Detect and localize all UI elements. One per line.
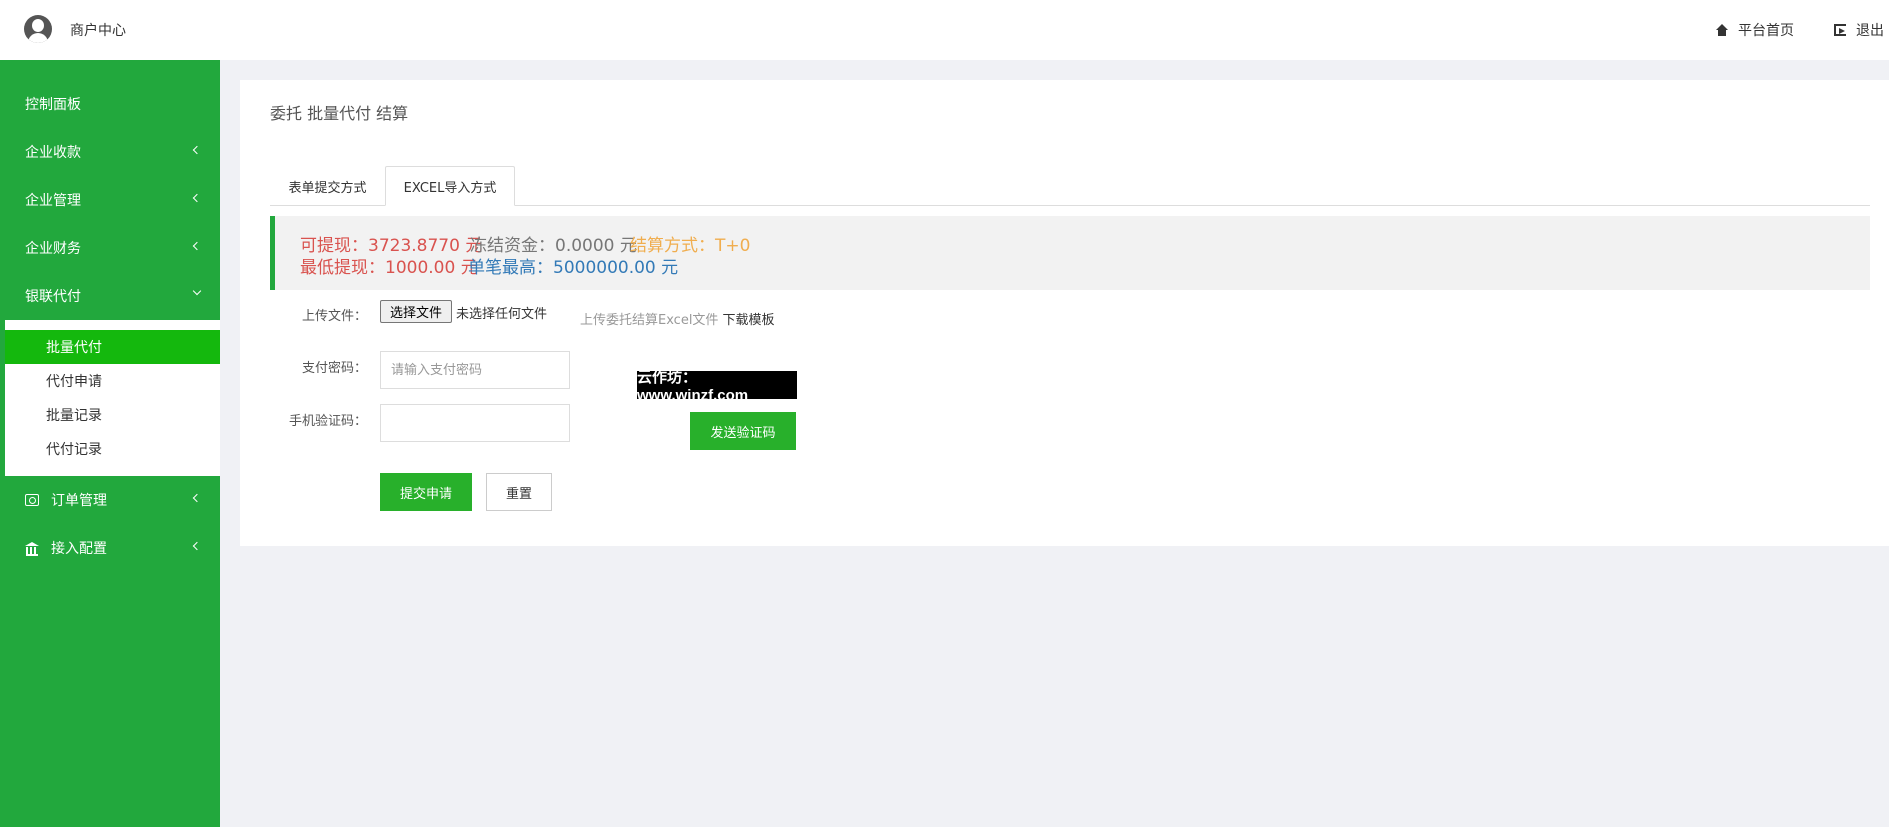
money-icon	[25, 494, 39, 506]
sidebar-item-label: 企业收款	[25, 145, 81, 161]
submenu-unionpay-payout: 批量代付 代付申请 批量记录 代付记录	[5, 320, 220, 476]
brand-title: 商户中心	[70, 23, 126, 39]
submenu-item-batch-payout[interactable]: 批量代付	[5, 330, 220, 364]
main-panel: 委托 批量代付 结算 表单提交方式 EXCEL导入方式 可提现：3723.877…	[240, 80, 1889, 546]
chevron-down-icon	[192, 286, 202, 296]
sidebar-item-label: 银联代付	[25, 289, 81, 305]
payment-password-input[interactable]	[380, 351, 570, 389]
chevron-left-icon	[192, 241, 202, 251]
tab-form-submit[interactable]: 表单提交方式	[270, 166, 385, 206]
submenu-item-payout-records[interactable]: 代付记录	[5, 432, 220, 466]
sms-code-input[interactable]	[380, 404, 570, 442]
settlement-value: T+0	[715, 236, 751, 256]
home-icon	[1716, 24, 1728, 36]
min-withdraw-value: 1000.00 元	[385, 258, 478, 278]
top-bar: 商户中心 平台首页 退出	[0, 0, 1889, 60]
sms-code-label: 手机验证码：	[288, 414, 367, 429]
choose-file-button[interactable]: 选择文件	[380, 300, 452, 323]
home-link[interactable]: 平台首页	[1716, 20, 1794, 40]
logout-link[interactable]: 退出	[1834, 20, 1884, 40]
chevron-left-icon	[192, 193, 202, 203]
sidebar-item-finance[interactable]: 企业财务	[0, 224, 220, 272]
bank-icon	[25, 542, 39, 556]
page-title: 委托 批量代付 结算	[270, 104, 409, 123]
chevron-left-icon	[192, 541, 202, 551]
sidebar-item-label: 控制面板	[25, 97, 81, 113]
sidebar-item-label: 企业管理	[25, 193, 81, 209]
send-code-button[interactable]: 发送验证码	[690, 412, 796, 450]
sidebar-item-orders[interactable]: 订单管理	[0, 476, 220, 524]
avatar-icon[interactable]	[24, 15, 52, 43]
download-template-link[interactable]: 下载模板	[722, 313, 774, 328]
submenu-item-label: 代付记录	[46, 442, 102, 458]
password-label: 支付密码：	[301, 361, 367, 376]
sidebar-item-management[interactable]: 企业管理	[0, 176, 220, 224]
submenu-item-label: 批量记录	[46, 408, 102, 424]
tab-excel-import[interactable]: EXCEL导入方式	[385, 166, 515, 206]
sidebar-item-integration[interactable]: 接入配置	[0, 524, 220, 572]
sidebar-item-unionpay-payout[interactable]: 银联代付	[0, 272, 220, 320]
balance-info-box: 可提现：3723.8770 元 冻结资金：0.0000 元 结算方式：T+0 最…	[270, 216, 1870, 290]
upload-label: 上传文件：	[301, 309, 367, 324]
submenu-item-label: 代付申请	[46, 374, 102, 390]
sidebar-item-label: 企业财务	[25, 241, 81, 257]
sidebar-item-label: 订单管理	[51, 493, 107, 509]
tab-bar: 表单提交方式 EXCEL导入方式	[270, 166, 1870, 206]
min-withdraw-label: 最低提现：	[300, 258, 385, 278]
max-single-label: 单笔最高：	[468, 258, 553, 278]
submenu-item-label: 批量代付	[46, 340, 102, 356]
home-link-label: 平台首页	[1738, 23, 1794, 39]
chevron-left-icon	[192, 145, 202, 155]
max-single-info: 单笔最高：5000000.00 元	[468, 253, 678, 278]
upload-help: 上传委托结算Excel文件 下载模板	[580, 309, 774, 328]
submenu-item-batch-records[interactable]: 批量记录	[5, 398, 220, 432]
upload-help-text: 上传委托结算Excel文件	[580, 313, 719, 328]
sidebar-item-collection[interactable]: 企业收款	[0, 128, 220, 176]
logout-link-label: 退出	[1856, 23, 1884, 39]
sidebar-item-label: 接入配置	[51, 541, 107, 557]
sign-out-icon	[1834, 24, 1846, 36]
max-single-value: 5000000.00 元	[553, 258, 679, 278]
submit-button[interactable]: 提交申请	[380, 473, 472, 511]
min-withdraw-info: 最低提现：1000.00 元	[300, 253, 478, 278]
watermark: 云作坊：www.winzf.com	[637, 369, 797, 404]
chevron-left-icon	[192, 493, 202, 503]
file-status: 未选择任何文件	[456, 307, 548, 322]
sidebar-item-dashboard[interactable]: 控制面板	[0, 80, 220, 128]
submenu-item-payout-apply[interactable]: 代付申请	[5, 364, 220, 398]
sidebar: 控制面板 企业收款 企业管理 企业财务 银联代付 批量代付 代付申请 批量记录 …	[0, 60, 220, 827]
reset-button[interactable]: 重置	[486, 473, 552, 511]
